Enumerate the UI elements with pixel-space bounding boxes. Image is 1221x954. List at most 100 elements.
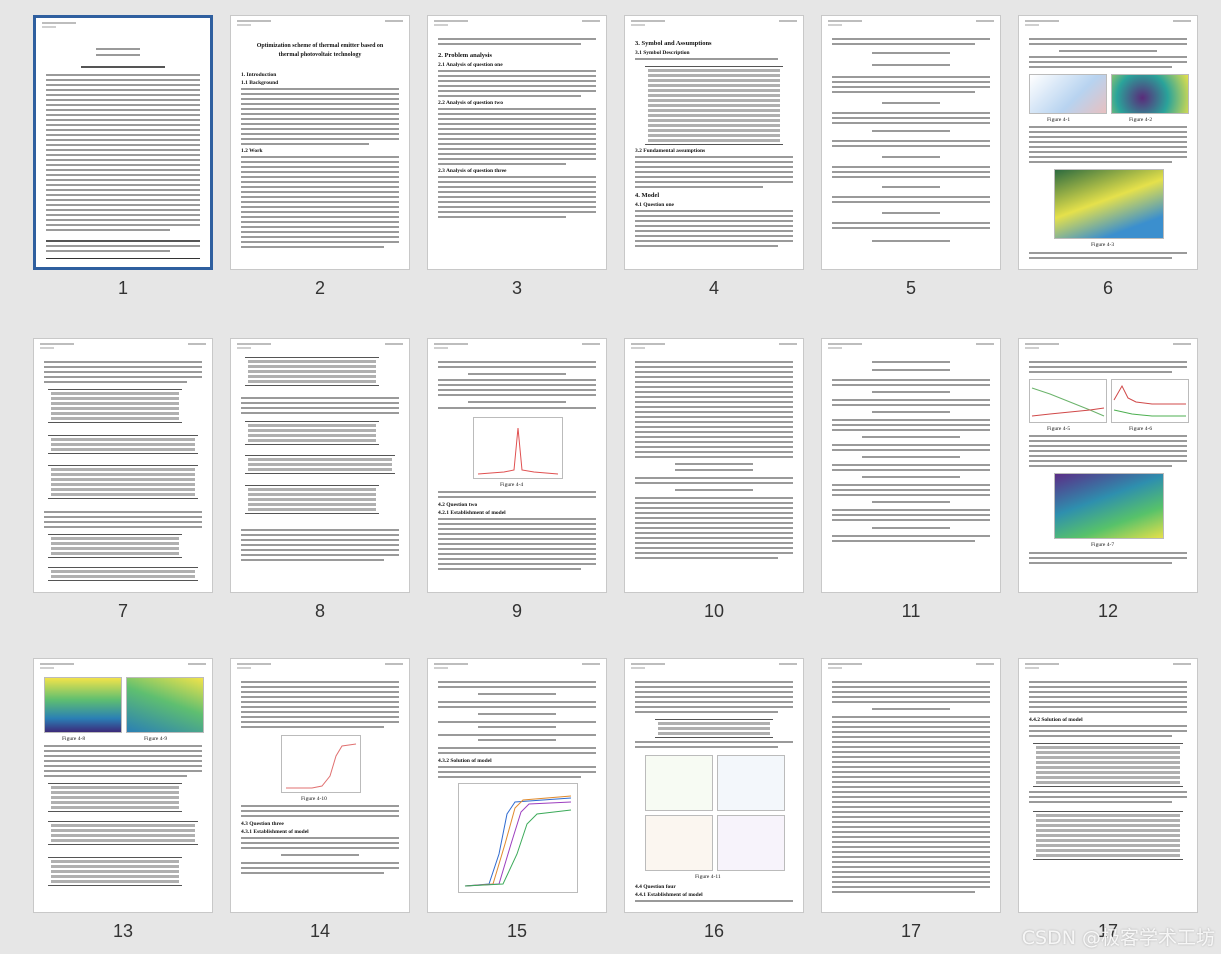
page-number: 1 [117,278,128,298]
regression-table [245,357,379,386]
regression-table [245,455,395,474]
page-preview[interactable] [821,338,1001,593]
section-heading: 2.1 Analysis of question one [438,62,503,68]
page-preview[interactable]: Figure 4-1 Figure 4-2 Figure 4-3 [1018,15,1198,270]
page-preview[interactable] [33,15,213,270]
page-number: 16 [703,921,725,941]
page-number: 6 [1102,278,1113,298]
regression-table [48,435,198,454]
regression-table [48,534,182,558]
figure-thumbnail [1029,379,1107,423]
section-heading: 4.3 Question three [241,821,284,827]
page-number: 9 [511,601,522,621]
figure-caption: Figure 4-4 [500,482,524,488]
result-table [655,719,773,738]
figure-thumbnail [1054,473,1164,539]
page-preview[interactable]: 4.3.2 Solution of model [427,658,607,913]
regression-table [48,465,198,499]
figure-caption: Figure 4-3 [1091,242,1115,248]
page-number: 15 [506,921,528,941]
figure-caption: Figure 4-9 [144,736,168,742]
figure-caption: Figure 4-1 [1047,117,1071,123]
symbol-table [645,66,783,145]
figure-thumbnail [1111,74,1189,114]
figure-thumbnail [1029,74,1107,114]
section-heading: 4.1 Question one [635,202,674,208]
line-plot-thumbnail [1113,384,1186,417]
page-preview[interactable]: 4.4.2 Solution of model [1018,658,1198,913]
figure-caption: Figure 4-10 [301,796,327,802]
section-heading: 1.2 Work [241,148,263,154]
page-preview[interactable] [821,658,1001,913]
line-plot-thumbnail [464,795,572,887]
section-heading: 4.3.1 Establishment of model [241,829,309,835]
page-number: 10 [703,601,725,621]
page-number: 3 [511,278,522,298]
page-number: 11 [901,601,921,621]
figure-caption: Figure 4-7 [1091,542,1115,548]
page-preview[interactable]: Figure 4-11 4.4 Question four 4.4.1 Esta… [624,658,804,913]
watermark: CSDN @极客学术工坊 [1021,927,1215,949]
result-table [1033,743,1183,787]
section-heading: 4. Model [635,192,660,199]
figure-thumbnail [1111,379,1189,423]
figure-caption: Figure 4-6 [1129,426,1153,432]
section-heading: 3. Symbol and Assumptions [635,40,712,47]
regression-table [48,783,182,812]
regression-table [48,567,198,581]
figure-caption: Figure 4-5 [1047,426,1071,432]
figure-thumbnail [645,755,713,811]
section-heading: 4.4.1 Establishment of model [635,892,703,898]
figure-caption: Figure 4-8 [62,736,86,742]
figure-thumbnail [1054,169,1164,239]
page-preview[interactable] [33,338,213,593]
figure-caption: Figure 4-2 [1129,117,1153,123]
section-heading: 4.4 Question four [635,884,676,890]
page-preview[interactable]: 3. Symbol and Assumptions 3.1 Symbol Des… [624,15,804,270]
regression-table [48,821,198,845]
page-preview[interactable] [624,338,804,593]
page-thumbnail-grid: 1 Optimization scheme of thermal emitter… [0,0,1221,954]
figure-thumbnail [473,417,563,479]
figure-thumbnail [717,815,785,871]
page-preview[interactable]: Figure 4-8 Figure 4-9 [33,658,213,913]
page-preview[interactable]: Figure 4-5 Figure 4-6 Figure 4-7 [1018,338,1198,593]
section-heading: 2.2 Analysis of question two [438,100,503,106]
figure-caption: Figure 4-11 [695,874,721,880]
page-number: 5 [905,278,916,298]
paper-title: Optimization scheme of thermal emitter b… [256,43,384,58]
page-preview[interactable] [230,338,410,593]
section-heading: 4.4.2 Solution of model [1029,717,1083,723]
section-heading: 1. Introduction [241,72,277,78]
section-heading: 2. Problem analysis [438,52,492,59]
result-table [1033,811,1183,860]
regression-table [245,421,379,445]
section-heading: 2.3 Analysis of question three [438,168,507,174]
figure-thumbnail [44,677,122,733]
regression-table [48,857,182,886]
page-preview[interactable]: Optimization scheme of thermal emitter b… [230,15,410,270]
line-plot-thumbnail [1031,387,1105,417]
page-number: 13 [112,921,134,941]
section-heading: 3.2 Fundamental assumptions [635,148,706,154]
page-number: 8 [314,601,325,621]
section-heading: 1.1 Background [241,80,279,86]
section-heading: 3.1 Symbol Description [635,50,690,56]
page-preview[interactable] [821,15,1001,270]
figure-thumbnail [281,735,361,793]
page-number: 14 [309,921,331,941]
regression-table [48,389,182,423]
regression-table [245,485,379,514]
page-preview[interactable]: Figure 4-4 4.2 Question two 4.2.1 Establ… [427,338,607,593]
page-number: 2 [314,278,325,298]
page-number: 17 [900,921,922,941]
section-heading: 4.2.1 Establishment of model [438,510,506,516]
page-number: 4 [708,278,719,298]
page-number: 7 [117,601,128,621]
page-preview[interactable]: 2. Problem analysis 2.1 Analysis of ques… [427,15,607,270]
page-number: 12 [1097,601,1119,621]
page-preview[interactable]: Figure 4-10 4.3 Question three 4.3.1 Est… [230,658,410,913]
section-heading: 4.2 Question two [438,502,478,508]
section-heading: 4.3.2 Solution of model [438,758,492,764]
figure-thumbnail [126,677,204,733]
